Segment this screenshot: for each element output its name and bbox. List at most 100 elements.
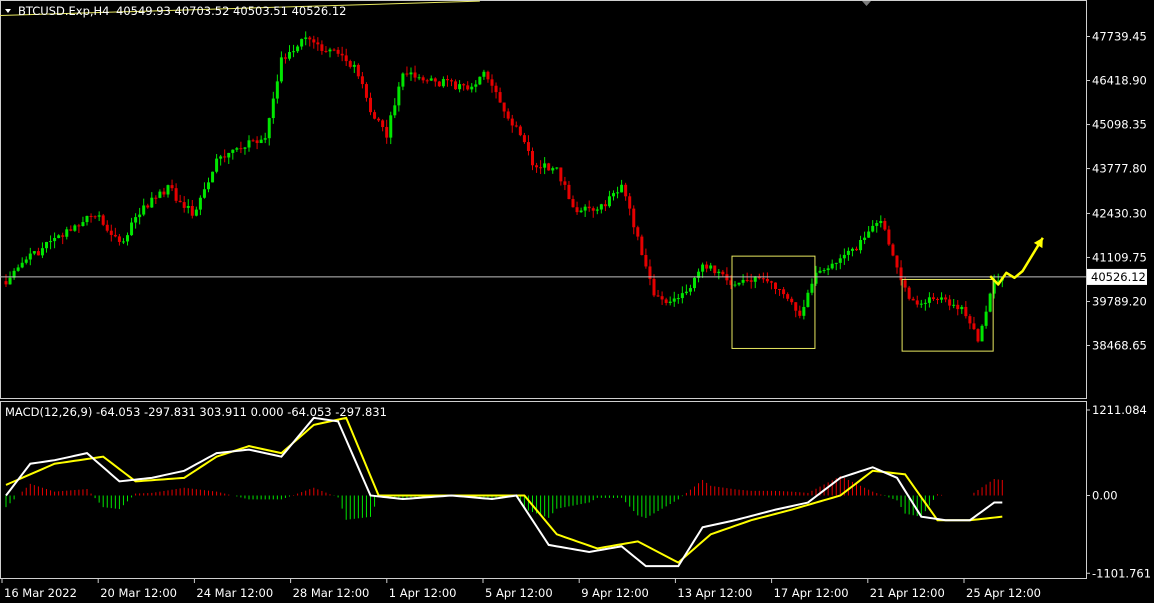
candle-bull (478, 76, 482, 85)
candle-bear (518, 126, 522, 136)
candle-bear (421, 77, 425, 81)
time-tick-label: 20 Mar 12:00 (100, 586, 177, 600)
candle-bull (579, 210, 583, 213)
candle-bull (607, 196, 611, 207)
price-tick-label: 42430.30 (1092, 206, 1147, 220)
price-tick-label: 45098.35 (1092, 118, 1147, 132)
candle-bear (899, 267, 903, 281)
candle-bear (316, 42, 320, 45)
price-tick-label: 41109.75 (1092, 250, 1147, 264)
candle-bear (36, 251, 40, 256)
candle-bull (130, 222, 134, 236)
candle-bull (138, 214, 142, 218)
candle-bear (887, 229, 891, 245)
candle-bull (583, 206, 587, 211)
candle-bear (437, 81, 441, 87)
candle-bear (502, 102, 506, 112)
candle-bear (535, 165, 539, 168)
candle-bear (786, 294, 790, 299)
candle-bear (405, 73, 409, 75)
candle-bear (664, 299, 668, 303)
candle-bull (393, 105, 397, 116)
candle-bull (150, 197, 154, 208)
candle-bull (863, 237, 867, 241)
candle-bear (162, 191, 166, 195)
candle-bull (271, 98, 275, 119)
candle-bear (774, 282, 777, 290)
price-tick-label: 43777.80 (1092, 162, 1147, 176)
candle-bull (389, 115, 393, 138)
candle-bull (668, 301, 672, 303)
candle-bull (717, 271, 721, 274)
candle-bear (506, 111, 510, 119)
price-tick-label: 38468.65 (1092, 339, 1147, 353)
candle-bear (968, 316, 972, 324)
candle-bear (69, 229, 73, 231)
candle-bull (842, 254, 846, 259)
candle-bear (883, 220, 887, 230)
candle-bear (855, 248, 858, 251)
candle-bear (336, 49, 340, 54)
candle-bull (693, 277, 696, 289)
candle-bull (984, 311, 988, 326)
candle-bull (551, 168, 555, 171)
candle-bear (903, 280, 907, 288)
candle-bear (360, 76, 364, 85)
candle-bear (531, 150, 534, 166)
candle-bull (219, 156, 223, 159)
candle-bear (113, 234, 117, 237)
candle-bear (745, 279, 749, 281)
candle-bear (656, 295, 660, 297)
candle-bear (466, 85, 470, 90)
candle-bear (948, 299, 952, 306)
candle-bull (802, 306, 806, 316)
candle-bull (595, 209, 599, 211)
candle-bear (510, 118, 514, 126)
candle-bull (227, 152, 231, 158)
candle-bull (988, 293, 992, 312)
candle-bull (952, 304, 956, 306)
candle-bull (867, 231, 871, 238)
candle-bear (567, 184, 571, 200)
candle-bear (239, 148, 243, 150)
candle-bear (713, 265, 717, 274)
candle-bear (332, 49, 336, 51)
candle-bear (911, 298, 915, 301)
price-tick-label: 47739.45 (1092, 30, 1147, 44)
candle-bear (450, 80, 453, 82)
candle-bull (429, 78, 433, 81)
candle-bull (275, 81, 279, 99)
time-tick-label: 16 Mar 2022 (4, 586, 77, 600)
candle-bull (20, 262, 24, 268)
candle-bull (194, 209, 198, 216)
candle-bear (936, 299, 939, 301)
candle-bear (628, 196, 632, 209)
macd-label: MACD(12,26,9) -64.053 -297.831 303.911 0… (5, 405, 387, 419)
candle-bull (186, 205, 190, 208)
candle-bull (401, 73, 405, 87)
candle-bull (397, 86, 401, 106)
candle-bull (458, 84, 462, 90)
candle-bull (470, 86, 474, 90)
candle-bear (255, 140, 259, 144)
candle-bear (89, 215, 93, 217)
candle-bear (790, 298, 794, 303)
time-tick-label: 21 Apr 12:00 (870, 586, 945, 600)
candle-bear (964, 306, 968, 317)
candle-bull (701, 264, 705, 272)
candle-bull (441, 79, 445, 87)
current-price-label: 40526.12 (1091, 270, 1146, 284)
candle-bull (838, 258, 842, 263)
candle-bear (498, 92, 502, 103)
candle-bull (45, 242, 48, 249)
candle-bull (859, 240, 863, 251)
candle-bear (340, 53, 344, 56)
candle-bear (652, 278, 656, 296)
price-tick-label: 46418.90 (1092, 74, 1147, 88)
candle-bull (211, 171, 215, 183)
candle-bull (352, 64, 356, 67)
candle-bear (956, 304, 960, 310)
candle-bull (543, 163, 547, 168)
candle-bear (575, 207, 579, 213)
candle-bear (944, 297, 948, 300)
